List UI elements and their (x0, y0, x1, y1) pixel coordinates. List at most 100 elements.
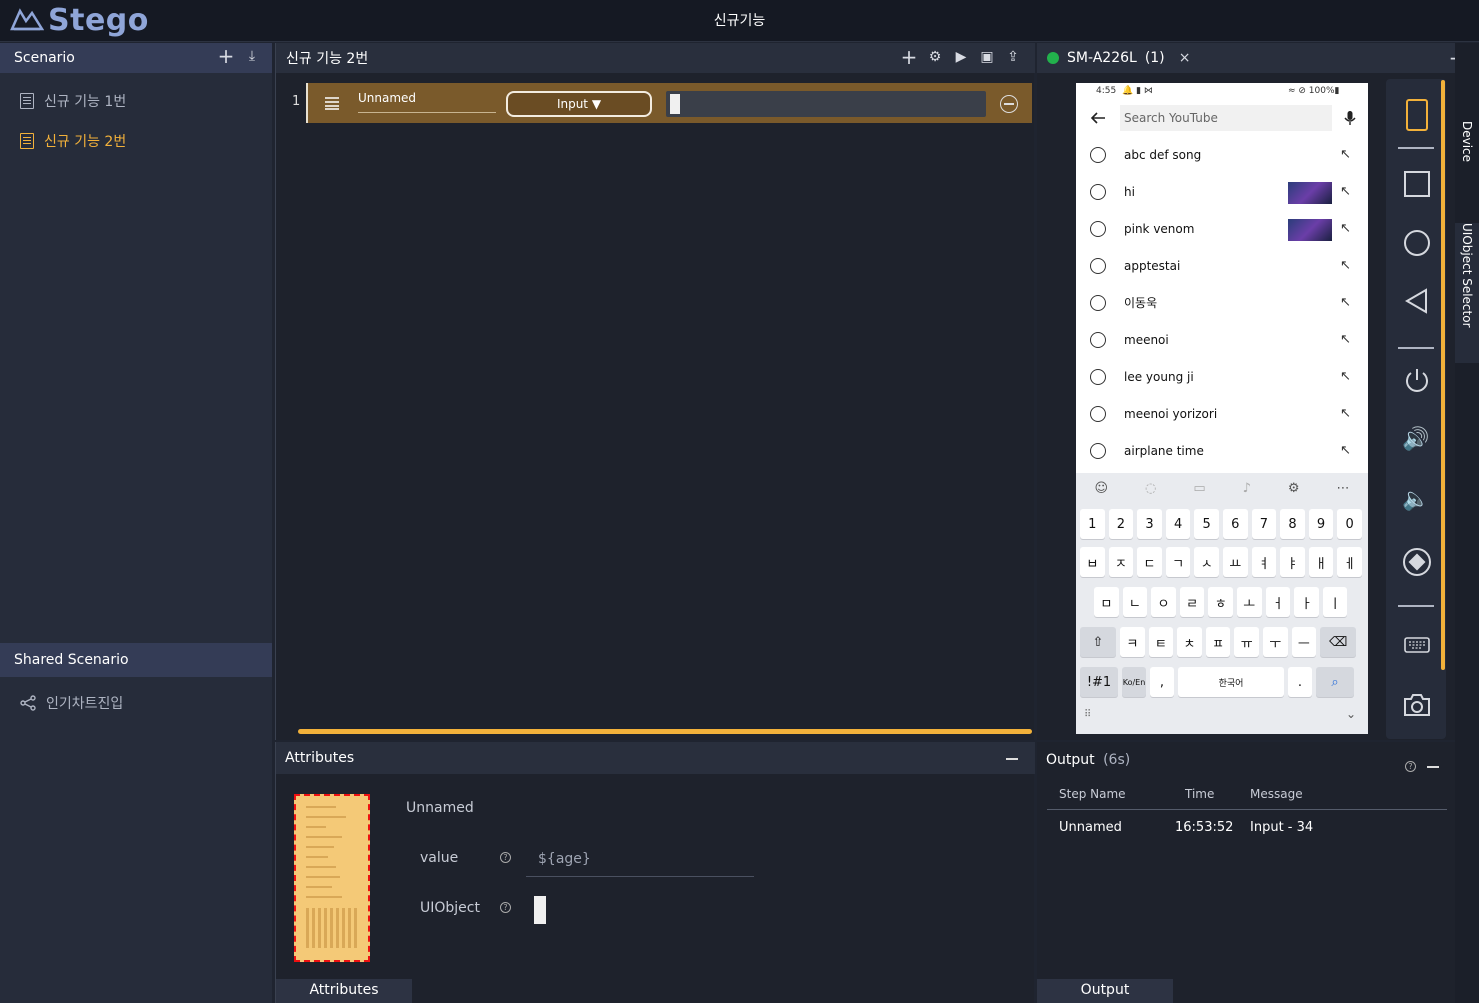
shared-scenario-item[interactable]: 인기차트진입 (0, 683, 272, 723)
drag-handle-icon[interactable] (324, 96, 340, 110)
import-icon[interactable]: ⤓ (244, 48, 260, 64)
remove-step-icon[interactable] (1000, 95, 1018, 113)
voice-input-icon[interactable]: ♪ (1243, 481, 1251, 496)
search-key[interactable]: ⌕ (1316, 667, 1354, 697)
language-key[interactable]: Ko/En (1122, 667, 1146, 697)
add-step-icon[interactable]: + (901, 45, 918, 69)
key[interactable]: ㅣ (1322, 587, 1348, 617)
fill-arrow-icon[interactable]: ↖ (1340, 147, 1351, 162)
keyboard-icon[interactable] (1404, 637, 1430, 653)
key[interactable]: 8 (1280, 509, 1305, 539)
portrait-icon[interactable] (1406, 99, 1428, 131)
tab-uiobject-selector[interactable]: UIObject Selector (1455, 223, 1479, 363)
fill-arrow-icon[interactable]: ↖ (1340, 258, 1351, 273)
scenario-item[interactable]: 신규 기능 1번 (0, 81, 272, 121)
step-row[interactable]: Unnamed Input ▼ (306, 83, 1032, 123)
volume-down-icon[interactable]: 🔈 (1402, 487, 1429, 512)
fill-arrow-icon[interactable]: ↖ (1340, 295, 1351, 310)
key[interactable]: 4 (1165, 509, 1191, 539)
period-key[interactable]: . (1288, 667, 1312, 697)
key[interactable]: ㅐ (1308, 547, 1334, 577)
help-icon[interactable]: ? (1405, 761, 1416, 772)
key[interactable]: ㅕ (1251, 547, 1277, 577)
value-input[interactable]: ${age} (526, 843, 754, 877)
microphone-icon[interactable] (1344, 110, 1356, 126)
rotate-icon[interactable] (1402, 547, 1432, 577)
volume-up-icon[interactable]: 🔊 (1402, 427, 1429, 452)
chevron-down-icon[interactable]: ⌄ (1346, 707, 1356, 721)
fill-arrow-icon[interactable]: ↖ (1340, 221, 1351, 236)
step-uiobject-field[interactable] (666, 91, 986, 117)
space-key[interactable]: 한국어 (1178, 667, 1284, 697)
uiobject-preview[interactable] (534, 896, 546, 924)
key[interactable]: ㄱ (1165, 547, 1191, 577)
fill-arrow-icon[interactable]: ↖ (1340, 184, 1351, 199)
suggestion-item[interactable]: meenoi ↖ (1076, 321, 1368, 358)
power-icon[interactable] (1403, 366, 1431, 394)
comma-key[interactable]: , (1150, 667, 1174, 697)
suggestion-item[interactable]: 이동욱 ↖ (1076, 284, 1368, 321)
suggestion-item[interactable]: apptestai ↖ (1076, 247, 1368, 284)
key[interactable]: ㅂ (1080, 547, 1105, 577)
key[interactable]: ㅗ (1236, 587, 1262, 617)
tab-output[interactable]: Output (1037, 979, 1173, 1003)
key[interactable]: ㅠ (1234, 627, 1259, 657)
key[interactable]: 9 (1308, 509, 1334, 539)
more-icon[interactable]: ⋯ (1336, 481, 1349, 496)
tab-attributes[interactable]: Attributes (276, 979, 412, 1003)
back-icon[interactable] (1404, 288, 1430, 314)
key[interactable]: 2 (1108, 509, 1134, 539)
scenario-item-active[interactable]: 신규 기능 2번 (0, 121, 272, 161)
device-screen[interactable]: 4:55 🔔 ▮ ⋈ ≈ ⊘ 100%▮ Search YouTube abc … (1076, 83, 1368, 734)
key[interactable]: ㅅ (1194, 547, 1219, 577)
add-scenario-icon[interactable]: + (218, 44, 235, 68)
emoji-icon[interactable]: ☺ (1094, 481, 1108, 496)
key[interactable]: ㄴ (1122, 587, 1148, 617)
suggestion-item[interactable]: hi ↖ (1076, 173, 1368, 210)
step-name-field[interactable]: Unnamed (358, 89, 496, 113)
key[interactable]: ㅎ (1208, 587, 1233, 617)
key[interactable]: ㅓ (1265, 587, 1291, 617)
key[interactable]: ㅋ (1120, 627, 1145, 657)
key[interactable]: ㅛ (1222, 547, 1248, 577)
key[interactable]: ㅑ (1280, 547, 1305, 577)
fill-arrow-icon[interactable]: ↖ (1340, 406, 1351, 421)
symbols-key[interactable]: !#1 (1080, 667, 1118, 697)
back-arrow-icon[interactable] (1090, 112, 1106, 124)
device-scrollbar[interactable] (1441, 80, 1445, 670)
key[interactable]: 7 (1251, 509, 1277, 539)
key[interactable]: ㅌ (1148, 627, 1174, 657)
step-type-dropdown[interactable]: Input ▼ (506, 91, 652, 117)
suggestion-item[interactable]: pink venom ↖ (1076, 210, 1368, 247)
save-icon[interactable]: ▣ (979, 49, 995, 65)
key[interactable]: ㅁ (1094, 587, 1119, 617)
export-icon[interactable]: ⇪ (1005, 49, 1021, 65)
help-icon[interactable]: ? (500, 852, 511, 863)
key[interactable]: ㅡ (1291, 627, 1317, 657)
suggestion-item[interactable]: airplane time ↖ (1076, 432, 1368, 469)
gif-icon[interactable]: ▭ (1193, 481, 1205, 496)
suggestion-item[interactable]: lee young ji ↖ (1076, 358, 1368, 395)
minimize-icon[interactable] (1006, 758, 1018, 760)
key[interactable]: 3 (1137, 509, 1162, 539)
home-icon[interactable] (1404, 230, 1430, 256)
key[interactable]: ㅈ (1108, 547, 1134, 577)
key[interactable]: ㅇ (1151, 587, 1176, 617)
keyboard-settings-icon[interactable]: ⚙ (1288, 481, 1300, 496)
sticker-icon[interactable]: ◌ (1145, 481, 1156, 496)
minimize-icon[interactable] (1427, 766, 1439, 768)
suggestion-item[interactable]: meenoi yorizori ↖ (1076, 395, 1368, 432)
key[interactable]: ㅏ (1294, 587, 1319, 617)
key[interactable]: 5 (1194, 509, 1219, 539)
camera-icon[interactable] (1403, 693, 1431, 717)
backspace-key[interactable]: ⌫ (1320, 627, 1357, 657)
key[interactable]: ㅔ (1337, 547, 1362, 577)
suggestion-item[interactable]: abc def song ↖ (1076, 136, 1368, 173)
key[interactable]: ㄷ (1137, 547, 1162, 577)
key[interactable]: 0 (1337, 509, 1362, 539)
keyboard-grid-icon[interactable]: ⠿ (1084, 709, 1091, 720)
key[interactable]: ㄹ (1179, 587, 1205, 617)
key[interactable]: 6 (1222, 509, 1248, 539)
fill-arrow-icon[interactable]: ↖ (1340, 443, 1351, 458)
key[interactable]: ㅍ (1205, 627, 1231, 657)
